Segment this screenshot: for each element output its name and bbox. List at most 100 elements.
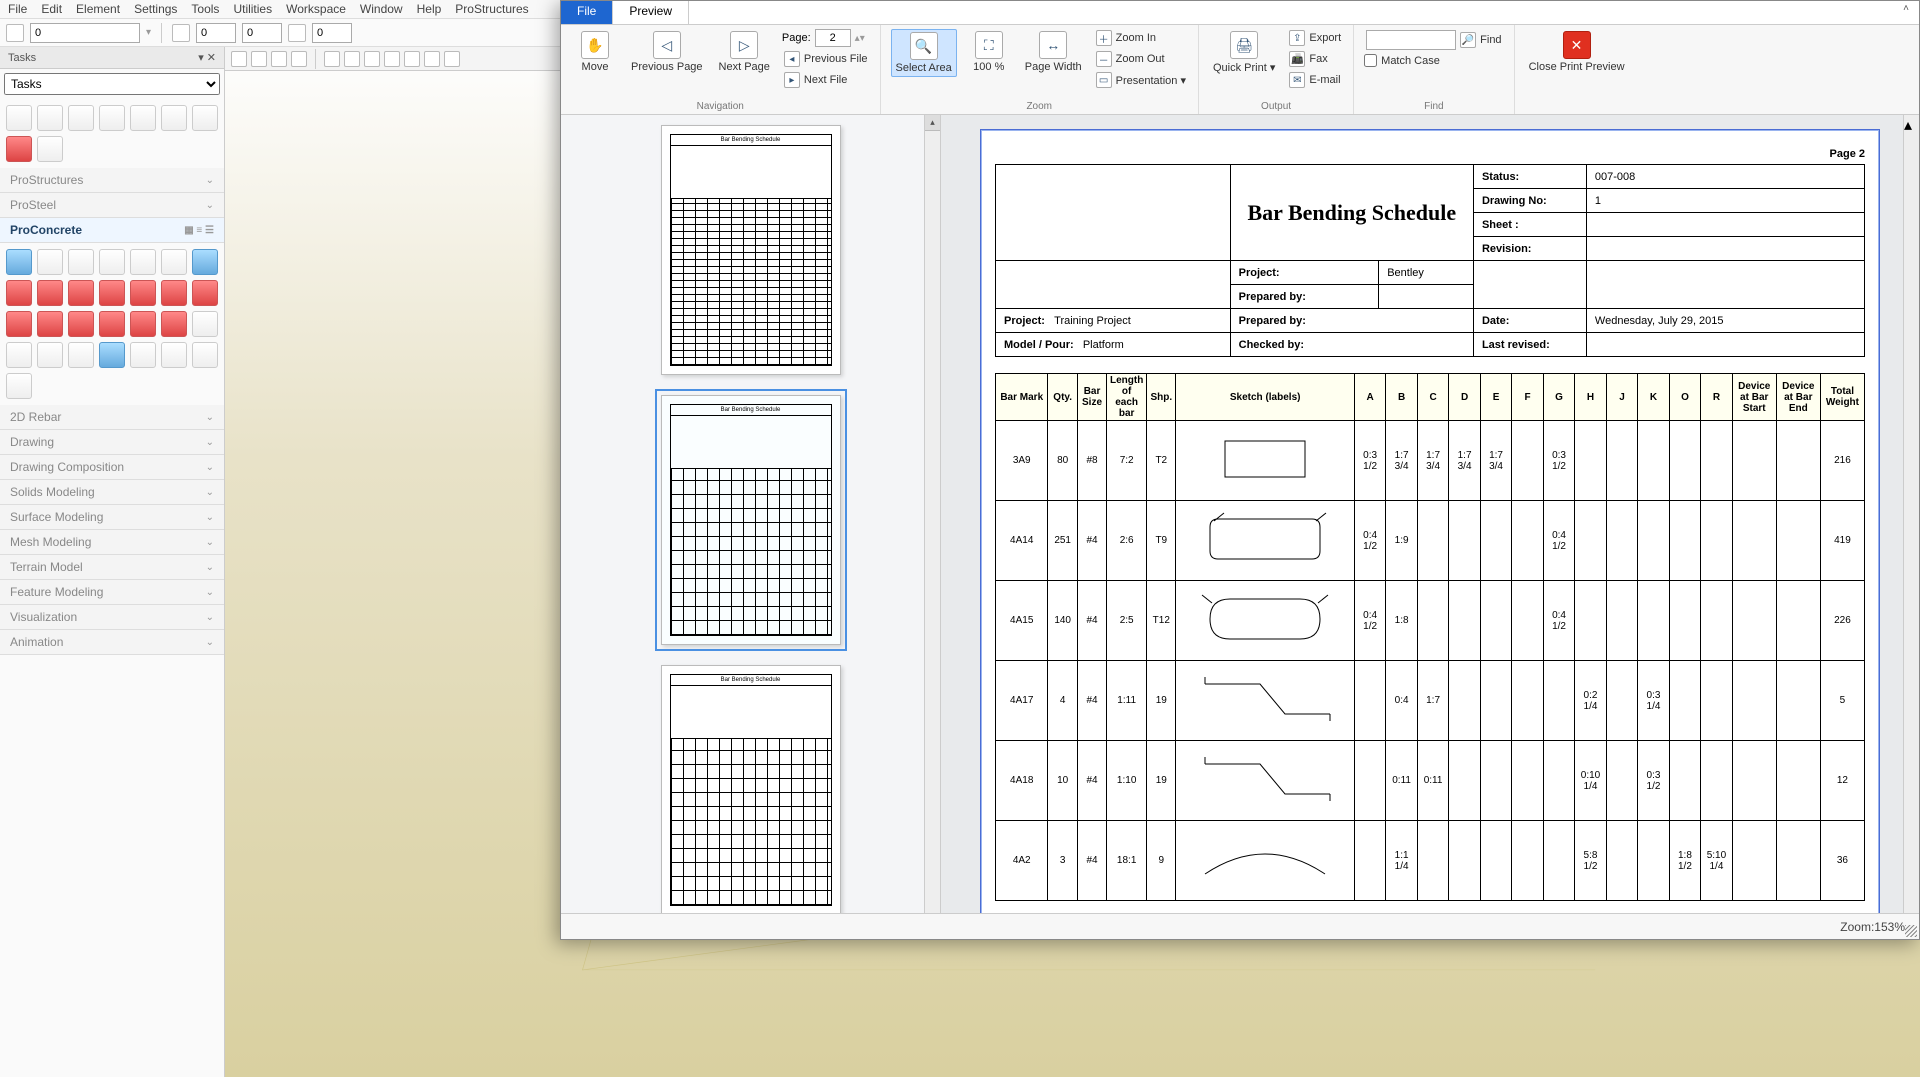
email-button[interactable]: ✉E-mail [1287,71,1343,89]
tool-icon[interactable] [99,280,125,306]
view-tool-icon[interactable] [444,51,460,67]
tool-icon[interactable] [161,311,187,337]
menu-window[interactable]: Window [360,2,403,16]
tool-icon[interactable] [37,249,63,275]
resize-grip-icon[interactable] [1905,925,1917,937]
view-tool-icon[interactable] [404,51,420,67]
view-tool-icon[interactable] [384,51,400,67]
arrow-icon[interactable] [6,105,32,131]
tool-icon[interactable] [99,311,125,337]
section-surface-modeling[interactable]: Surface Modeling⌄ [0,505,224,530]
section-2d-rebar[interactable]: 2D Rebar⌄ [0,405,224,430]
menu-prostructures[interactable]: ProStructures [455,2,528,16]
level-combo[interactable] [30,23,140,43]
tool-icon[interactable] [68,249,94,275]
quick-print-button[interactable]: 🖨Quick Print ▾ [1209,29,1279,76]
tool-icon[interactable] [68,280,94,306]
tool-icon[interactable] [192,311,218,337]
tool-icon[interactable] [130,249,156,275]
thumbnail-page-1[interactable]: Bar Bending Schedule [661,125,841,375]
section-terrain-model[interactable]: Terrain Model⌄ [0,555,224,580]
section-visualization[interactable]: Visualization⌄ [0,605,224,630]
section-drawing[interactable]: Drawing⌄ [0,430,224,455]
help-icon[interactable] [192,249,218,275]
tool-icon[interactable] [68,311,94,337]
tool-icon[interactable] [192,280,218,306]
select-area-button[interactable]: 🔍Select Area [891,29,957,77]
view-tool-icon[interactable] [424,51,440,67]
find-input[interactable] [1366,30,1456,50]
linestyle-combo[interactable] [196,23,236,43]
section-prosteel[interactable]: ProSteel⌄ [0,193,224,218]
find-label[interactable]: Find [1480,34,1501,46]
view-icons[interactable]: ▦ ≡ ☰ [184,225,214,236]
match-case-checkbox[interactable]: Match Case [1364,54,1503,67]
tool-icon[interactable] [192,342,218,368]
zoom-100-button[interactable]: ⛶100 % [965,29,1013,75]
thumbnail-page-2[interactable]: Bar Bending Schedule [661,395,841,645]
extra-combo[interactable] [312,23,352,43]
thumbnail-page-3[interactable]: Bar Bending Schedule [661,665,841,913]
lineweight-combo[interactable] [242,23,282,43]
previous-file-button[interactable]: ◂Previous File [782,50,870,68]
view-tool-icon[interactable] [271,51,287,67]
checkbox-icon[interactable] [1364,54,1377,67]
page-spinner[interactable]: Page:▴▾ [782,29,870,47]
menu-tools[interactable]: Tools [191,2,219,16]
next-page-button[interactable]: ▷Next Page [715,29,774,75]
close-preview-button[interactable]: ✕Close Print Preview [1525,29,1629,75]
tool-icon[interactable] [161,342,187,368]
tool-icon[interactable] [130,280,156,306]
view-tool-icon[interactable] [231,51,247,67]
tool-icon[interactable] [37,342,63,368]
presentation-button[interactable]: ▭Presentation ▾ [1094,71,1188,89]
section-prostructures[interactable]: ProStructures⌄ [0,168,224,193]
zoom-out-button[interactable]: －Zoom Out [1094,50,1188,68]
delete-icon[interactable] [6,136,32,162]
view-tool-icon[interactable] [291,51,307,67]
menu-settings[interactable]: Settings [134,2,177,16]
window-controls[interactable]: ˄ [1899,3,1913,15]
view-tool-icon[interactable] [364,51,380,67]
thumbnail-pane[interactable]: Bar Bending Schedule Bar Bending Schedul… [561,115,941,913]
toolbar-button[interactable] [6,24,24,42]
tool-icon[interactable] [37,311,63,337]
fax-button[interactable]: 📠Fax [1287,50,1343,68]
tab-file[interactable]: File [561,1,613,24]
page-input[interactable] [815,29,851,47]
thumb-scrollbar[interactable]: ▴ [924,115,940,913]
page-width-button[interactable]: ↔Page Width [1021,29,1086,75]
section-feature-modeling[interactable]: Feature Modeling⌄ [0,580,224,605]
tool-icon[interactable] [6,280,32,306]
chevron-up-icon[interactable]: ˄ [1899,3,1913,15]
move-button[interactable]: ✋Move [571,29,619,75]
spinner-icon[interactable]: ▴▾ [855,33,865,44]
panel-controls[interactable]: ▾ ✕ [198,51,216,64]
menu-utilities[interactable]: Utilities [233,2,272,16]
dropdown-icon[interactable]: ▾ [146,27,151,38]
tool-icon[interactable] [6,249,32,275]
tool-icon[interactable] [161,105,187,131]
toolbar-button[interactable] [288,24,306,42]
tool-icon[interactable] [161,280,187,306]
menu-edit[interactable]: Edit [41,2,62,16]
zoom-in-button[interactable]: ＋Zoom In [1094,29,1188,47]
section-proconcrete[interactable]: ProConcrete▦ ≡ ☰ [0,218,224,243]
section-solids-modeling[interactable]: Solids Modeling⌄ [0,480,224,505]
tool-icon[interactable] [130,105,156,131]
tool-icon[interactable] [161,249,187,275]
page-pane[interactable]: Page 2 Bar Bending Schedule Status: 007-… [941,115,1919,913]
scroll-up-icon[interactable]: ▴ [925,115,940,131]
view-tool-icon[interactable] [324,51,340,67]
tasks-select[interactable]: Tasks [4,73,220,95]
tool-icon[interactable] [130,342,156,368]
export-button[interactable]: ⇪Export [1287,29,1343,47]
previous-page-button[interactable]: ◁Previous Page [627,29,707,75]
tool-icon[interactable] [68,105,94,131]
tool-icon[interactable] [6,342,32,368]
tool-icon[interactable] [68,342,94,368]
view-tool-icon[interactable] [344,51,360,67]
tool-icon[interactable] [130,311,156,337]
page-scrollbar[interactable]: ▴ [1903,115,1919,913]
section-mesh-modeling[interactable]: Mesh Modeling⌄ [0,530,224,555]
